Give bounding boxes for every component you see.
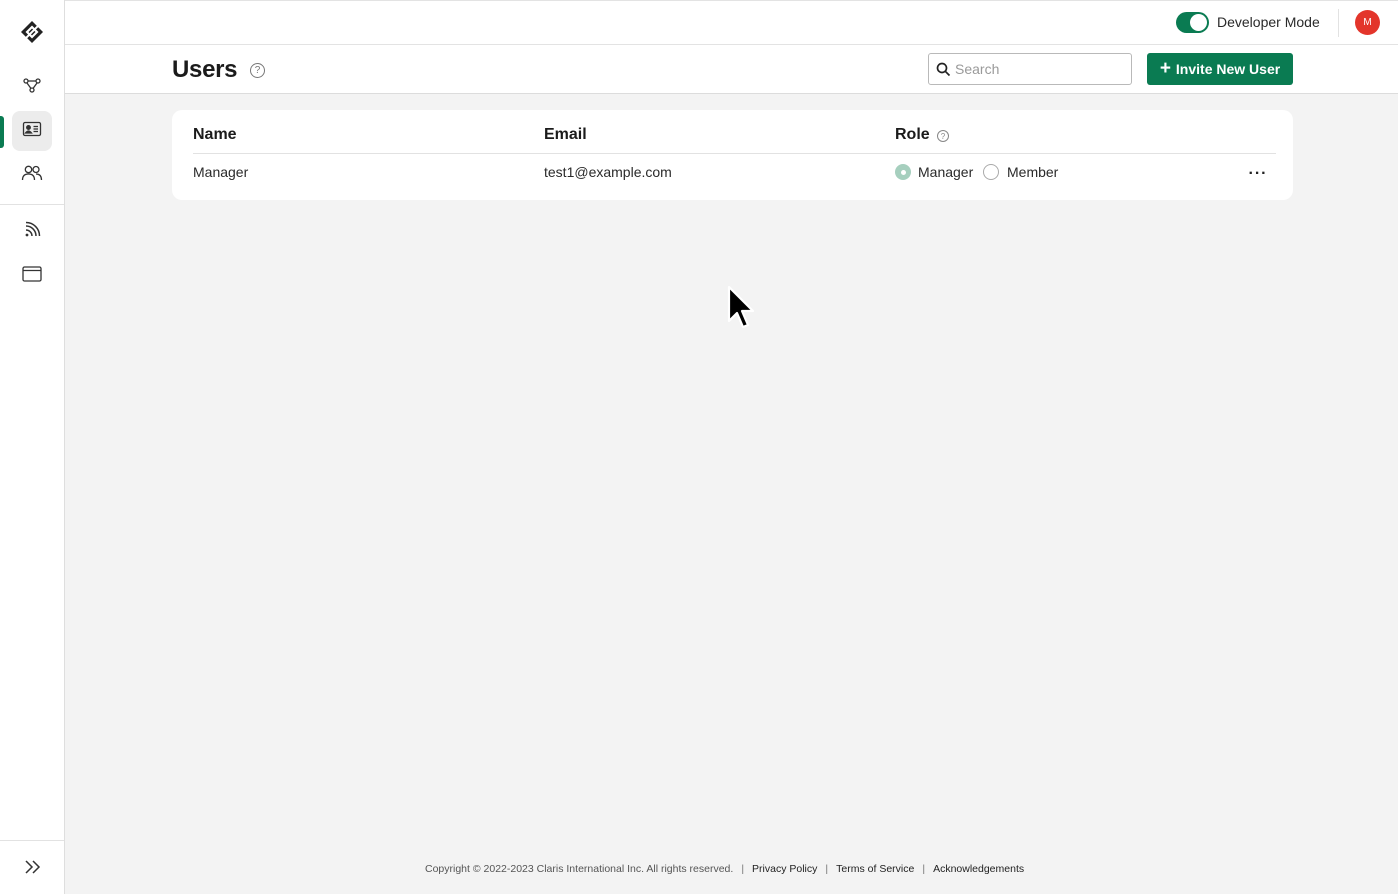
acknowledgements-link[interactable]: Acknowledgements (933, 863, 1024, 875)
footer-separator: | (922, 863, 926, 875)
terms-of-service-link[interactable]: Terms of Service (836, 863, 914, 875)
user-card-icon (22, 119, 42, 144)
footer-separator: | (825, 863, 829, 875)
search-box (928, 53, 1132, 85)
column-header-email[interactable]: Email (544, 126, 587, 144)
avatar[interactable]: M (1355, 10, 1380, 35)
column-header-role[interactable]: Role (895, 126, 930, 144)
role-label-member[interactable]: Member (1007, 164, 1058, 180)
developer-mode-toggle[interactable] (1176, 12, 1209, 33)
role-label-manager[interactable]: Manager (918, 164, 973, 180)
header-divider (193, 153, 1276, 154)
sidebar-item-groups[interactable] (12, 155, 52, 195)
role-radio-manager[interactable] (895, 164, 911, 180)
page-header: Users ? + Invite New User (65, 45, 1398, 94)
sidebar-item-windows[interactable] (12, 256, 52, 296)
search-icon (936, 62, 951, 77)
privacy-policy-link[interactable]: Privacy Policy (752, 863, 817, 875)
claris-logo-icon[interactable] (19, 19, 45, 45)
sidebar (0, 0, 65, 894)
user-email-cell: test1@example.com (544, 164, 672, 180)
column-header-name[interactable]: Name (193, 126, 237, 144)
users-table: Name Email Role ? Manager test1@example.… (172, 110, 1293, 200)
sidebar-item-feeds[interactable] (12, 212, 52, 252)
double-chevron-right-icon (24, 859, 42, 880)
footer-separator: | (741, 863, 745, 875)
mouse-pointer-icon (727, 285, 757, 336)
groups-icon (21, 163, 43, 188)
help-icon[interactable]: ? (250, 63, 265, 78)
user-name-cell: Manager (193, 164, 249, 180)
more-options-button[interactable]: ··· (1246, 164, 1270, 184)
page-title: Users (172, 56, 238, 83)
window-icon (22, 265, 42, 288)
topbar-divider (1338, 9, 1339, 37)
top-bar: Developer Mode M (65, 0, 1398, 45)
footer: Copyright © 2022-2023 Claris Internation… (425, 863, 1024, 875)
nav-divider (0, 204, 64, 205)
role-radio-member[interactable] (983, 164, 999, 180)
expand-sidebar-button[interactable] (19, 855, 47, 883)
sidebar-item-users[interactable] (12, 111, 52, 151)
sidebar-bottom-divider (0, 840, 64, 841)
active-indicator (0, 116, 4, 148)
invite-button-label: Invite New User (1175, 61, 1281, 77)
feed-icon (23, 221, 41, 244)
role-help-icon[interactable]: ? (937, 130, 949, 142)
copyright-text: Copyright © 2022-2023 Claris Internation… (425, 863, 734, 875)
plus-icon: + (1159, 57, 1171, 79)
toggle-knob (1190, 14, 1207, 31)
integrations-icon (22, 75, 42, 100)
sidebar-item-integrations[interactable] (12, 67, 52, 107)
search-input[interactable] (955, 59, 1125, 79)
invite-new-user-button[interactable]: + Invite New User (1147, 53, 1293, 85)
developer-mode-label: Developer Mode (1217, 14, 1320, 30)
